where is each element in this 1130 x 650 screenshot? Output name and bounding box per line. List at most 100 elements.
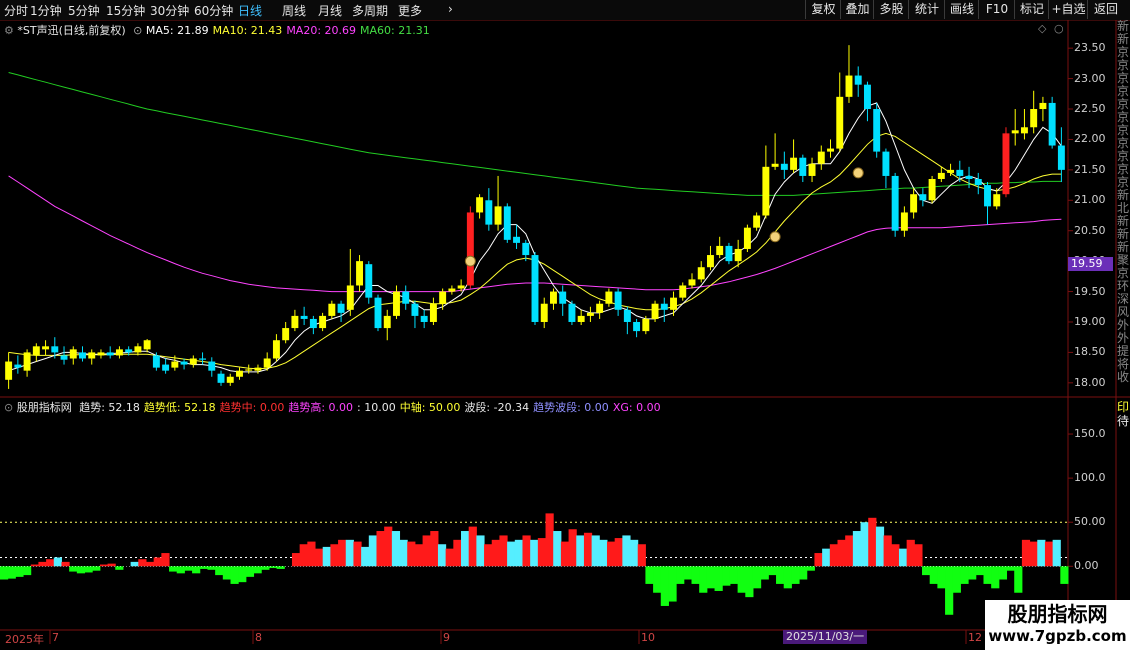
money-bag-icon	[464, 255, 476, 267]
indicator-bar	[76, 566, 86, 574]
candle-body	[180, 361, 188, 365]
indicator-bar	[461, 531, 470, 567]
candle-body	[937, 172, 945, 179]
indicator-bar	[338, 539, 347, 567]
candle-body	[540, 303, 548, 322]
circle-icon[interactable]: ○	[1054, 22, 1064, 35]
candle-body	[762, 166, 770, 216]
indicator-bar	[576, 535, 585, 567]
indicator-bar	[145, 561, 155, 567]
candle-body	[162, 364, 170, 371]
ma-label-3: MA60: 21.31	[360, 24, 430, 37]
indicator-bar	[845, 535, 854, 567]
indicator-bar	[676, 566, 685, 584]
indicator-bar	[583, 532, 593, 567]
indicator-bar	[453, 539, 462, 567]
candle-body	[32, 346, 40, 356]
candle-body	[928, 178, 936, 201]
candle-body	[14, 364, 22, 368]
candle-body	[365, 264, 373, 298]
indicator-bar	[69, 566, 78, 572]
indicator-bar	[253, 566, 262, 574]
candle-body	[863, 84, 871, 110]
indicator-bar	[1014, 566, 1023, 593]
candle-body	[226, 376, 234, 383]
indicator-axis-label-3: 0.00	[1074, 559, 1099, 573]
candle-body	[79, 352, 86, 359]
candle-body	[411, 303, 419, 316]
indicator-bar	[315, 548, 324, 567]
indicator-axis-label-2: 50.00	[1074, 515, 1106, 529]
indicator-bar	[268, 566, 278, 569]
candle-body	[217, 373, 225, 383]
main-chart-legend: ⚙ *ST声迅(日线,前复权) ⊙ MA5: 21.89 MA10: 21.43 M…	[4, 22, 434, 38]
candle-body	[319, 315, 327, 329]
indicator-bar	[975, 566, 984, 576]
price-label-8: 19.50	[1074, 284, 1106, 298]
candle-body	[402, 291, 410, 304]
indicator-bar	[484, 544, 493, 567]
candle-body	[291, 315, 299, 329]
indicator-bar	[545, 513, 554, 567]
stock-title: *ST声迅(日线,前复权)	[17, 24, 126, 37]
candle-body	[152, 355, 160, 368]
indicator-bar	[514, 539, 523, 567]
candle-body	[780, 163, 788, 170]
ma-label-1: MA10: 21.43	[212, 24, 283, 37]
indicator-bar	[430, 531, 439, 567]
indicator-bar	[622, 535, 631, 567]
indicator-value-3: 趋势高: 0.00	[288, 401, 354, 414]
indicator-bar	[898, 548, 908, 567]
indicator-bar	[330, 544, 339, 567]
candle-body	[679, 285, 687, 298]
indicator-bar	[399, 539, 408, 567]
candle-body	[688, 279, 696, 286]
indicator-bar	[1037, 539, 1046, 567]
right-strip-bottom-char: 印	[1117, 400, 1130, 414]
diamond-icon[interactable]: ◇	[1038, 22, 1046, 35]
indicator-bar	[169, 566, 178, 572]
indicator-bar	[606, 541, 616, 567]
date-label-2: 8	[255, 631, 262, 644]
candle-body	[734, 248, 742, 262]
ma5-line	[8, 102, 1062, 373]
indicator-bar	[799, 566, 808, 580]
indicator-bar	[837, 539, 846, 567]
collapse-icon[interactable]: ⊙	[133, 24, 142, 37]
settings-icon[interactable]: ⚙	[4, 24, 14, 37]
candle-body	[873, 109, 881, 152]
candle-body	[125, 349, 133, 353]
indicator-bar	[361, 546, 370, 567]
candle-body	[522, 242, 530, 256]
right-info-strip-bottom[interactable]: 印待	[1117, 400, 1130, 428]
indicator-bar	[30, 564, 39, 567]
candle-body	[143, 340, 151, 350]
candle-body	[282, 328, 290, 341]
candle-body	[189, 358, 197, 365]
candle-body	[236, 370, 243, 377]
indicator-bar	[476, 535, 485, 567]
candle-body	[476, 197, 484, 213]
candle-body	[706, 255, 714, 268]
candle-body	[134, 346, 142, 353]
indicator-bar	[368, 535, 377, 567]
candle-body	[984, 185, 991, 207]
indicator-bar	[138, 559, 147, 567]
price-label-4: 21.50	[1074, 162, 1106, 176]
indicator-settings-icon[interactable]: ⊙	[4, 401, 13, 414]
ma-label-0: MA5: 21.89	[145, 24, 209, 37]
indicator-value-0: 趋势: 52.18	[79, 401, 140, 414]
candle-body	[670, 297, 677, 310]
candle-body	[1048, 102, 1056, 146]
candle-body	[457, 285, 465, 289]
money-bag-icon	[852, 167, 864, 179]
indicator-value-6: 波段: -20.34	[464, 401, 530, 414]
candle-body	[900, 212, 908, 231]
candle-body	[383, 315, 391, 329]
right-info-strip[interactable]: 新新京京京京京京京京京京京新北新新新聚京环深风外外提将收	[1117, 20, 1130, 400]
candle-body	[577, 315, 585, 322]
price-label-6: 20.50	[1074, 223, 1106, 237]
chart-canvas[interactable]	[0, 0, 1130, 650]
candle-body	[1011, 130, 1019, 134]
watermark-title: 股朋指标网	[1007, 602, 1108, 626]
